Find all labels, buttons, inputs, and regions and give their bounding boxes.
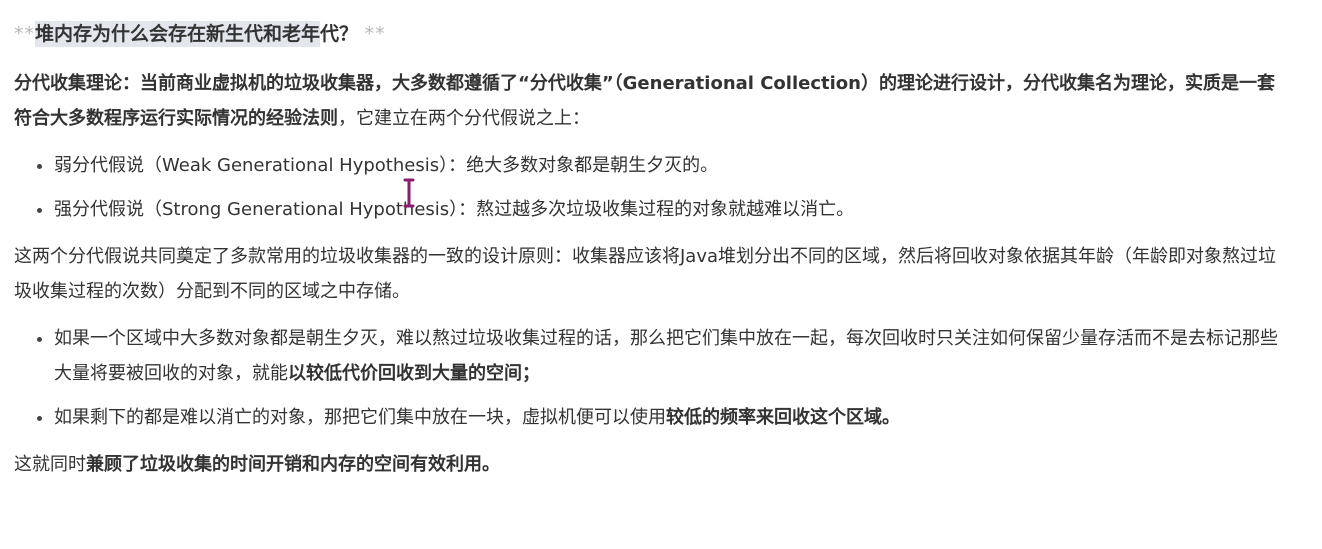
conclusion-bold-text: 兼顾了垃圾收集的时间开销和内存的空间有效利用。 bbox=[86, 454, 500, 475]
intro-rest-text: ，它建立在两个分代假说之上： bbox=[338, 108, 590, 129]
principle-paragraph[interactable]: 这两个分代假说共同奠定了多款常用的垃圾收集器的一致的设计原则：收集器应该将Jav… bbox=[14, 239, 1292, 309]
markdown-bold-prefix: ** bbox=[14, 23, 35, 45]
document-body[interactable]: **堆内存为什么会存在新生代和老年代？ ** 分代收集理论：当前商业虚拟机的垃圾… bbox=[0, 0, 1322, 482]
rule-list: 如果一个区域中大多数对象都是朝生夕灭，难以熬过垃圾收集过程的话，那么把它们集中放… bbox=[14, 321, 1292, 435]
intro-paragraph[interactable]: 分代收集理论：当前商业虚拟机的垃圾收集器，大多数都遵循了“分代收集”（Gener… bbox=[14, 66, 1292, 136]
conclusion-text: 这就同时 bbox=[14, 454, 86, 475]
rule-text: 如果一个区域中大多数对象都是朝生夕灭，难以熬过垃圾收集过程的话，那么把它们集中放… bbox=[54, 328, 1278, 384]
intro-bold-text: 分代收集理论：当前商业虚拟机的垃圾收集器，大多数都遵循了“分代收集”（Gener… bbox=[14, 73, 1275, 129]
list-item[interactable]: 弱分代假说（Weak Generational Hypothesis）：绝大多数… bbox=[54, 148, 1292, 183]
list-item[interactable]: 强分代假说（Strong Generational Hypothesis）：熬过… bbox=[54, 192, 1292, 227]
rule-text: 如果剩下的都是难以消亡的对象，那把它们集中放在一块，虚拟机便可以使用 bbox=[54, 407, 666, 428]
markdown-bold-suffix: ** bbox=[364, 23, 386, 45]
text-cursor-icon bbox=[403, 178, 415, 208]
list-item[interactable]: 如果一个区域中大多数对象都是朝生夕灭，难以熬过垃圾收集过程的话，那么把它们集中放… bbox=[54, 321, 1292, 391]
hypothesis-list: 弱分代假说（Weak Generational Hypothesis）：绝大多数… bbox=[14, 148, 1292, 227]
heading-rest-text: 代？ bbox=[320, 23, 359, 45]
heading[interactable]: **堆内存为什么会存在新生代和老年代？ ** bbox=[14, 18, 1292, 50]
rule-bold-text: 较低的频率来回收这个区域。 bbox=[666, 407, 900, 428]
selected-heading-text[interactable]: 堆内存为什么会存在新生代和老年 bbox=[35, 21, 321, 47]
rule-bold-text: 以较低代价回收到大量的空间； bbox=[288, 363, 540, 384]
conclusion-paragraph[interactable]: 这就同时兼顾了垃圾收集的时间开销和内存的空间有效利用。 bbox=[14, 447, 1292, 482]
list-item[interactable]: 如果剩下的都是难以消亡的对象，那把它们集中放在一块，虚拟机便可以使用较低的频率来… bbox=[54, 400, 1292, 435]
